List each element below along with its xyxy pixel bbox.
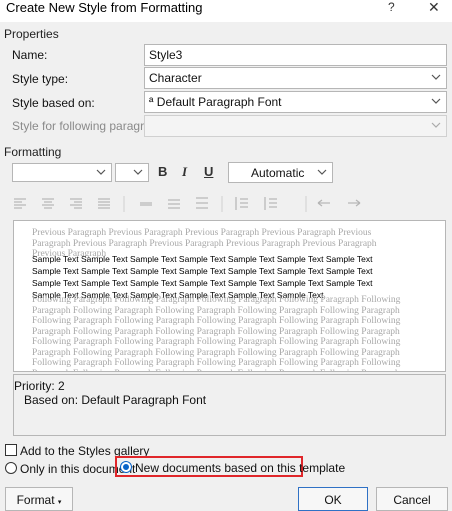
one-half-spacing-icon[interactable] bbox=[168, 199, 180, 209]
font-color-value: Automatic bbox=[251, 166, 305, 180]
font-size-dropdown[interactable] bbox=[115, 163, 149, 182]
add-to-gallery-checkbox[interactable] bbox=[5, 444, 17, 456]
new-documents-label[interactable]: New documents based on this template bbox=[135, 461, 345, 475]
chevron-down-icon bbox=[132, 166, 144, 178]
justify-icon[interactable] bbox=[98, 198, 110, 209]
space-before-icon[interactable] bbox=[235, 197, 248, 210]
name-field-value: Style3 bbox=[149, 48, 183, 62]
single-spacing-icon[interactable] bbox=[140, 202, 152, 206]
properties-heading: Properties bbox=[4, 27, 59, 41]
decrease-indent-icon[interactable] bbox=[317, 199, 330, 207]
paragraph-toolbar bbox=[14, 196, 361, 212]
only-this-document-radio[interactable] bbox=[5, 462, 17, 474]
dialog-title: Create New Style from Formatting bbox=[6, 0, 203, 15]
format-button[interactable]: Format ▾ bbox=[5, 487, 73, 511]
based-on-text: Based on: Default Paragraph Font bbox=[24, 393, 207, 407]
formatting-heading: Formatting bbox=[4, 145, 62, 159]
chevron-down-icon bbox=[430, 95, 442, 107]
chevron-down-icon bbox=[430, 71, 442, 83]
align-center-icon[interactable] bbox=[42, 198, 54, 209]
style-preview: Previous Paragraph Previous Paragraph Pr… bbox=[13, 220, 446, 372]
based-on-value: ª Default Paragraph Font bbox=[149, 95, 282, 109]
bold-button[interactable]: B bbox=[158, 164, 167, 179]
chevron-down-icon bbox=[316, 166, 328, 178]
help-button[interactable]: ? bbox=[388, 0, 395, 14]
underline-button[interactable]: U bbox=[204, 164, 213, 179]
double-spacing-icon[interactable] bbox=[196, 197, 208, 209]
new-documents-radio[interactable] bbox=[120, 461, 132, 473]
style-type-dropdown[interactable]: Character bbox=[144, 67, 447, 89]
chevron-down-icon bbox=[95, 166, 107, 178]
following-paragraph-dropdown[interactable] bbox=[144, 115, 447, 137]
name-field[interactable]: Style3 bbox=[144, 44, 447, 66]
following-paragraph-text: Following Paragraph Following Paragraph … bbox=[32, 295, 401, 371]
based-on-label: Style based on: bbox=[12, 96, 95, 110]
sample-text: Sample Text Sample Text Sample Text Samp… bbox=[32, 254, 373, 300]
font-name-dropdown[interactable] bbox=[12, 163, 112, 182]
font-color-dropdown[interactable]: Automatic bbox=[228, 162, 333, 183]
italic-button[interactable]: I bbox=[182, 164, 187, 180]
align-left-icon[interactable] bbox=[14, 198, 26, 209]
space-after-icon[interactable] bbox=[264, 197, 277, 210]
close-button[interactable]: ✕ bbox=[428, 0, 440, 16]
align-right-icon[interactable] bbox=[70, 198, 82, 209]
style-description: Priority: 2 Based on: Default Paragraph … bbox=[13, 374, 446, 436]
style-type-value: Character bbox=[149, 71, 202, 85]
ok-button[interactable]: OK bbox=[298, 487, 368, 511]
based-on-dropdown[interactable]: ª Default Paragraph Font bbox=[144, 91, 447, 113]
triangle-down-icon: ▾ bbox=[57, 499, 62, 506]
chevron-down-icon bbox=[430, 119, 442, 131]
priority-text: Priority: 2 bbox=[14, 379, 65, 393]
format-button-label: Format bbox=[16, 493, 55, 507]
cancel-button[interactable]: Cancel bbox=[376, 487, 448, 511]
style-type-label: Style type: bbox=[12, 72, 69, 86]
name-label: Name: bbox=[12, 48, 48, 62]
increase-indent-icon[interactable] bbox=[348, 199, 361, 207]
